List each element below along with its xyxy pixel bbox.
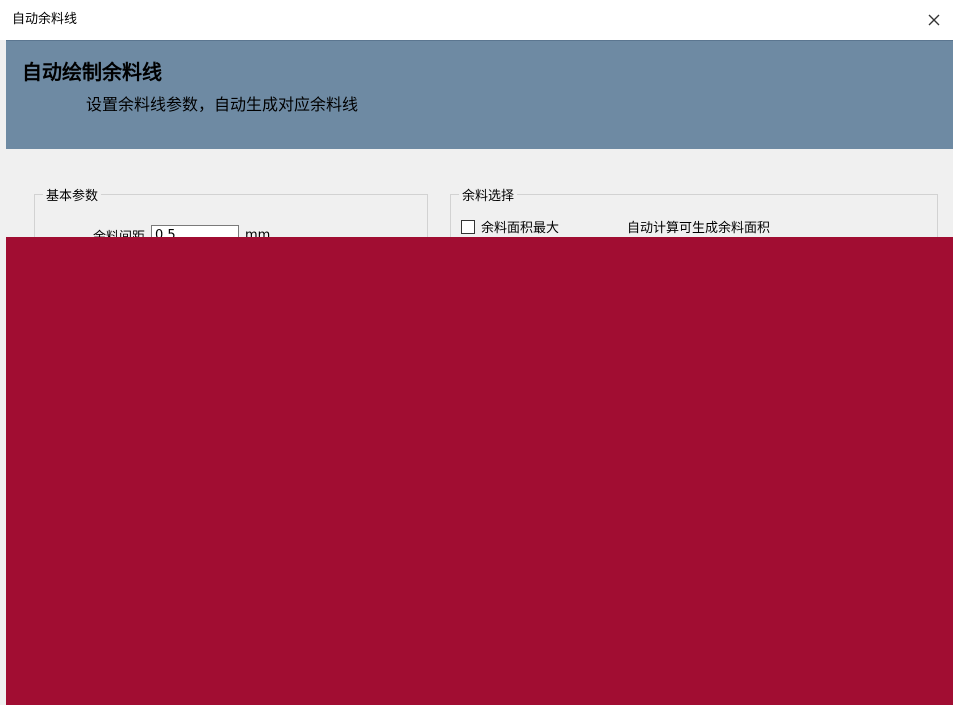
window-title: 自动余料线 (12, 12, 78, 27)
header-banner: 自动绘制余料线 设置余料线参数，自动生成对应余料线 (6, 40, 953, 150)
corrupted-region (6, 237, 953, 705)
banner-subheading: 设置余料线参数，自动生成对应余料线 (86, 95, 359, 114)
basic-params-legend: 基本参数 (43, 185, 102, 204)
checkbox-icon[interactable] (461, 219, 475, 234)
auto-calc-hint: 自动计算可生成余料面积 (627, 221, 771, 236)
title-bar: 自动余料线 (0, 0, 953, 40)
close-icon (928, 14, 940, 26)
close-button[interactable] (919, 6, 949, 34)
max-area-label: 余料面积最大 (481, 221, 560, 236)
dialog-window: 自动余料线 自动绘制余料线 设置余料线参数，自动生成对应余料线 基本参数 余料间… (0, 0, 953, 705)
max-area-option[interactable]: 余料面积最大 (461, 217, 559, 236)
remnant-selection-legend: 余料选择 (459, 185, 518, 204)
banner-heading: 自动绘制余料线 (22, 60, 162, 84)
dialog-content: 基本参数 余料间距 mm 余料选择 余料面积最大 自动计算可生成余料面积 (6, 149, 953, 705)
